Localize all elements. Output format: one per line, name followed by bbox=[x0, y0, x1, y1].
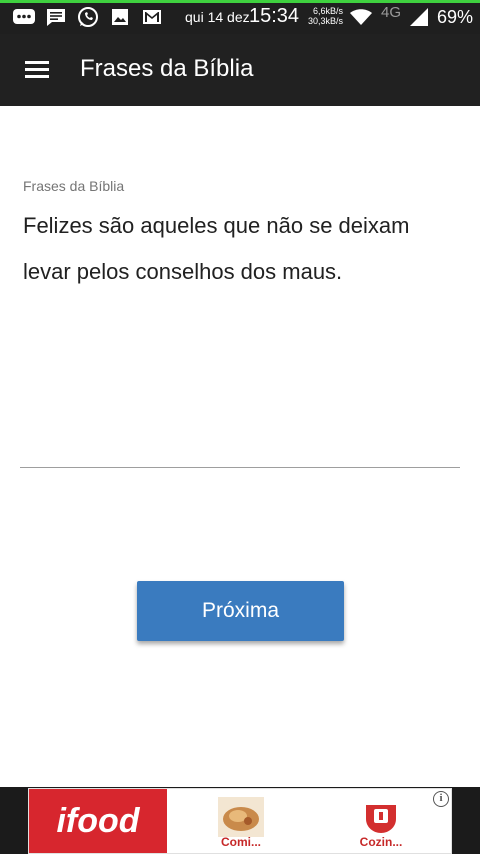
food-dish-icon bbox=[218, 797, 264, 837]
network-speed: 6,6kB/s 30,3kB/s bbox=[308, 6, 343, 26]
network-type: 4G bbox=[381, 4, 402, 21]
message-icon bbox=[45, 7, 67, 27]
speed-up: 6,6kB/s bbox=[313, 6, 344, 16]
quote-label: Frases da Bíblia bbox=[23, 178, 125, 194]
speed-down: 30,3kB/s bbox=[308, 16, 344, 26]
ad-brand-logo[interactable]: ifood bbox=[29, 789, 167, 853]
ad-item-label: Comi... bbox=[220, 835, 261, 849]
signal-icon bbox=[409, 7, 429, 27]
app-toolbar: Frases da Bíblia bbox=[0, 34, 480, 106]
ad-item-kitchen[interactable]: Cozin... bbox=[351, 797, 411, 849]
messenger-icon bbox=[12, 7, 36, 27]
ad-item-food[interactable]: Comi... bbox=[211, 797, 271, 849]
status-bar-accent bbox=[0, 0, 480, 3]
ad-banner[interactable]: ifood Comi... Cozin... i bbox=[0, 787, 480, 854]
page-title: Frases da Bíblia bbox=[80, 55, 254, 82]
status-date: qui 14 dez bbox=[185, 9, 250, 25]
gallery-icon bbox=[111, 7, 129, 27]
battery-level: 69% bbox=[437, 7, 474, 27]
chef-hat-icon bbox=[358, 797, 404, 837]
quote-text: Felizes são aqueles que não se deixam le… bbox=[23, 213, 410, 284]
info-icon[interactable]: i bbox=[433, 791, 449, 807]
status-bar: qui 14 dez 15:34 6,6kB/s 30,3kB/s 4G 69% bbox=[0, 0, 480, 34]
next-button[interactable]: Próxima bbox=[137, 581, 344, 641]
divider bbox=[20, 467, 460, 468]
hamburger-menu-icon[interactable] bbox=[25, 61, 49, 79]
wifi-icon bbox=[349, 7, 373, 27]
ad-item-label: Cozin... bbox=[359, 835, 403, 849]
status-time: 15:34 bbox=[249, 5, 300, 27]
gmail-icon bbox=[142, 7, 162, 27]
whatsapp-icon bbox=[77, 7, 99, 27]
ad-content[interactable]: ifood Comi... Cozin... i bbox=[28, 788, 452, 854]
